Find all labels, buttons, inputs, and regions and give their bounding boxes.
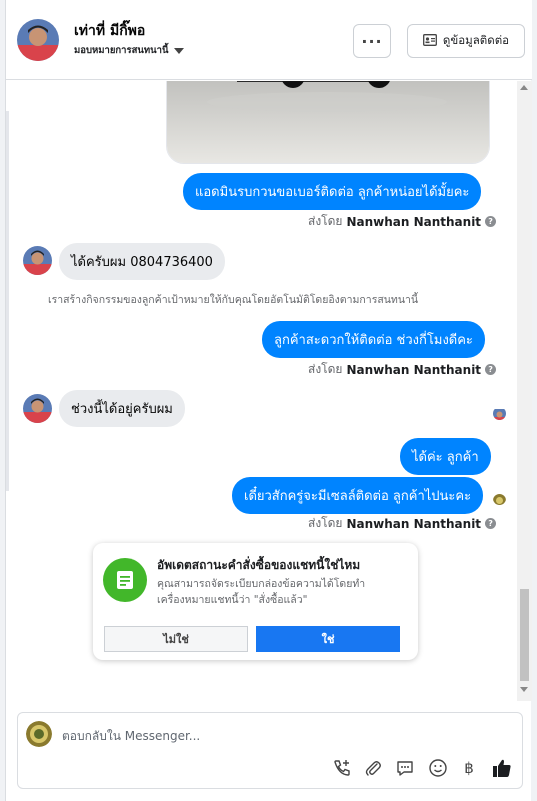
image-attachment[interactable] [166, 81, 490, 164]
payment-icon[interactable]: ฿ [458, 757, 480, 779]
sent-by-label: ส่งโดย Nanwhan Nanthanit ? [308, 212, 497, 231]
contact-avatar[interactable] [17, 19, 59, 61]
message-bubble-outgoing[interactable]: เดี๋ยวสักครู่จะมีเซลล์ติดต่อ ลูกค้าไปนะค… [232, 477, 484, 514]
reply-input[interactable]: ตอบกลับใน Messenger... [62, 727, 200, 746]
message-bubble-outgoing[interactable]: ลูกค้าสะดวกให้ติดต่อ ช่วงกี่โมงดีคะ [262, 321, 485, 358]
like-icon[interactable] [491, 757, 513, 779]
reply-composer: ตอบกลับใน Messenger... ฿ [17, 712, 523, 789]
conversation-header: เท่าที่ มีกิ๊พอ มอบหมายการสนทนานี้ ··· ด… [6, 0, 532, 80]
sender-name: Nanwhan Nanthanit [346, 362, 482, 377]
sent-by-label: ส่งโดย Nanwhan Nanthanit ? [308, 514, 497, 533]
contact-card-icon [422, 33, 437, 49]
more-icon: ··· [361, 31, 383, 51]
sent-by-prefix: ส่งโดย [308, 362, 343, 376]
scroll-up-arrow-icon[interactable] [520, 85, 528, 90]
assign-label: มอบหมายการสนทนานี้ [74, 45, 169, 56]
attachment-icon[interactable] [362, 757, 384, 779]
caret-down-icon [173, 47, 184, 54]
message-thread[interactable]: แอดมินรบกวนขอเบอร์ติดต่อ ลูกค้าหน่อยได้ม… [6, 81, 532, 701]
svg-text:฿: ฿ [464, 759, 474, 777]
message-bubble-outgoing[interactable]: แอดมินรบกวนขอเบอร์ติดต่อ ลูกค้าหน่อยได้ม… [183, 173, 482, 210]
contact-info-label: ดูข้อมูลติดต่อ [442, 33, 510, 47]
yes-button[interactable]: ใช่ [256, 626, 400, 652]
order-status-prompt-card: อัพเดตสถานะคำสั่งซื้อของแชทนี้ใช่ไหม คุณ… [93, 543, 418, 660]
info-icon[interactable]: ? [485, 216, 497, 227]
view-contact-info-button[interactable]: ดูข้อมูลติดต่อ [407, 24, 525, 58]
sent-by-prefix: ส่งโดย [308, 214, 343, 228]
contact-name[interactable]: เท่าที่ มีกิ๊พอ [74, 20, 145, 42]
order-icon [103, 558, 147, 602]
sent-by-prefix: ส่งโดย [308, 516, 343, 530]
seen-indicator-page-avatar [493, 492, 506, 505]
assign-conversation-dropdown[interactable]: มอบหมายการสนทนานี้ [74, 43, 184, 58]
contact-avatar-small[interactable] [23, 246, 52, 275]
no-button[interactable]: ไม่ใช่ [104, 626, 248, 652]
info-icon[interactable]: ? [485, 518, 497, 529]
left-divider [6, 111, 9, 491]
more-options-button[interactable]: ··· [353, 24, 391, 58]
sent-by-label: ส่งโดย Nanwhan Nanthanit ? [308, 360, 497, 379]
sender-name: Nanwhan Nanthanit [346, 516, 482, 531]
scroll-thumb[interactable] [520, 589, 529, 681]
message-bubble-incoming[interactable]: ได้ครับผม 0804736400 [59, 243, 225, 280]
info-icon[interactable]: ? [485, 364, 497, 375]
card-title: อัพเดตสถานะคำสั่งซื้อของแชทนี้ใช่ไหม [157, 558, 361, 572]
message-bubble-incoming[interactable]: ช่วงนี้ได้อยู่ครับผม [59, 390, 185, 427]
seen-indicator-avatar [493, 407, 506, 420]
system-note: เราสร้างกิจกรรมของลูกค้าเป้าหมายให้กับคุ… [48, 294, 419, 306]
thread-scrollbar[interactable] [517, 81, 532, 701]
inbox-conversation-window: เท่าที่ มีกิ๊พอ มอบหมายการสนทนานี้ ··· ด… [5, 0, 532, 801]
scroll-down-arrow-icon[interactable] [520, 687, 528, 692]
message-bubble-outgoing[interactable]: ได้ค่ะ ลูกค้า [400, 438, 491, 475]
card-description: คุณสามารถจัดระเบียบกล่องข้อความได้โดยทำเ… [157, 578, 366, 606]
contact-avatar-small[interactable] [23, 394, 52, 423]
emoji-icon[interactable] [427, 757, 449, 779]
sender-name: Nanwhan Nanthanit [346, 214, 482, 229]
saved-replies-icon[interactable] [394, 757, 416, 779]
page-avatar [26, 721, 52, 747]
call-add-icon[interactable] [331, 757, 353, 779]
